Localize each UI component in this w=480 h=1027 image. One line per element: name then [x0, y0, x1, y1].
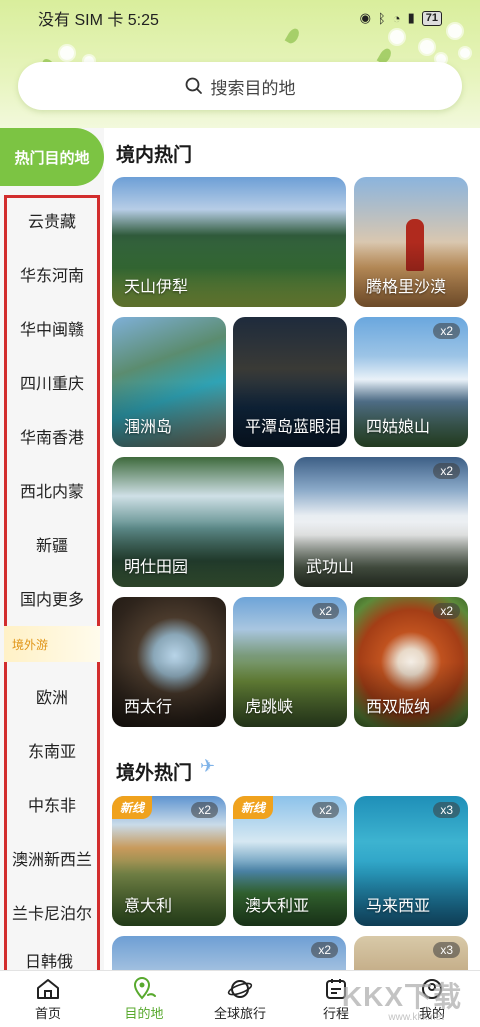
sidebar-item[interactable]: 四川重庆: [7, 370, 97, 394]
count-badge: x2: [433, 603, 460, 619]
destination-card[interactable]: x3 马来西亚: [354, 796, 468, 926]
sidebar-item[interactable]: 澳洲新西兰: [5, 846, 99, 870]
destination-card[interactable]: 明仕田园: [112, 457, 284, 587]
search-icon: [185, 77, 202, 94]
nav-label: 全球旅行: [213, 1005, 266, 1021]
destination-card[interactable]: x2 西双版纳: [354, 597, 468, 727]
sidebar-item[interactable]: 华中闽赣: [7, 316, 97, 340]
blossom-decoration: [460, 48, 470, 58]
sidebar-item[interactable]: 兰卡尼泊尔: [5, 900, 99, 924]
blossom-decoration: [420, 40, 434, 54]
sidebar-item-hot[interactable]: 热门目的地: [0, 128, 104, 186]
sidebar-list-highlight: 云贵藏 华东河南 华中闽赣 四川重庆 华南香港 西北内蒙 新疆 国内更多 境外游…: [4, 195, 100, 1027]
count-badge: x2: [433, 323, 460, 339]
planet-icon: [227, 979, 253, 998]
sidebar-item[interactable]: 中东非: [7, 792, 97, 816]
destination-content: 境内热门 天山伊犁 腾格里沙漠 涠洲岛 平潭岛蓝眼泪 x2 四姑娘山 明仕田园 …: [104, 128, 480, 970]
location-pin-icon: [133, 976, 156, 1000]
count-badge: x3: [433, 942, 460, 958]
sidebar-item[interactable]: 华东河南: [7, 262, 97, 286]
sidebar-section-tag: 境外游: [4, 626, 100, 662]
sidebar-item[interactable]: 欧洲: [7, 684, 97, 708]
destination-card[interactable]: x2 武功山: [294, 457, 468, 587]
search-input[interactable]: 搜索目的地: [18, 62, 462, 110]
nav-label: 目的地: [124, 1005, 164, 1021]
count-badge: x3: [433, 802, 460, 818]
sidebar-item[interactable]: 云贵藏: [7, 208, 97, 232]
category-sidebar: 热门目的地 云贵藏 华东河南 华中闽赣 四川重庆 华南香港 西北内蒙 新疆 国内…: [0, 128, 104, 1027]
header: 没有 SIM 卡 5:25 ◉ ᛒ ◔ ▮ 71 搜索目的地: [0, 0, 480, 128]
card-label: 平潭岛蓝眼泪: [245, 419, 342, 436]
card-label: 明仕田园: [124, 559, 189, 576]
destination-card[interactable]: 天山伊犁: [112, 177, 346, 307]
wifi-icon: ◔: [392, 10, 401, 26]
carrier-time: 没有 SIM 卡 5:25: [38, 12, 159, 29]
card-label: 意大利: [124, 898, 173, 915]
card-label: 马来西亚: [366, 898, 431, 915]
count-badge: x2: [312, 603, 339, 619]
battery-icon: 71: [421, 10, 442, 26]
card-label: 澳大利亚: [245, 898, 310, 915]
section-title-overseas: 境外热门: [116, 763, 193, 784]
new-route-tag: 新线: [233, 796, 274, 819]
destination-card[interactable]: 平潭岛蓝眼泪: [233, 317, 347, 447]
destination-card[interactable]: 西太行: [112, 597, 226, 727]
count-badge: x2: [433, 463, 460, 479]
airplane-icon: ✈: [200, 756, 216, 776]
card-label: 西双版纳: [366, 699, 431, 716]
count-badge: x2: [312, 802, 339, 818]
watermark-logo: KKX下载: [341, 981, 462, 1012]
eye-icon: ◉: [359, 10, 371, 25]
destination-card[interactable]: x2: [112, 936, 346, 970]
bluetooth-icon: ᛒ: [377, 10, 386, 26]
nav-global-travel[interactable]: 全球旅行: [192, 971, 288, 1027]
destination-card[interactable]: 新线 x2 意大利: [112, 796, 226, 926]
nav-label: 首页: [34, 1005, 61, 1021]
destination-card[interactable]: x2 虎跳峡: [233, 597, 347, 727]
destination-card[interactable]: 腾格里沙漠: [354, 177, 468, 307]
destination-card[interactable]: x3: [354, 936, 468, 970]
card-label: 天山伊犁: [124, 279, 189, 296]
destination-card[interactable]: 新线 x2 澳大利亚: [233, 796, 347, 926]
card-label: 武功山: [306, 559, 355, 576]
card-label: 腾格里沙漠: [366, 279, 447, 296]
destination-card[interactable]: 涠洲岛: [112, 317, 226, 447]
section-title-domestic: 境内热门: [116, 145, 193, 166]
count-badge: x2: [311, 942, 338, 958]
card-label: 涠洲岛: [124, 419, 173, 436]
sidebar-item[interactable]: 西北内蒙: [7, 478, 97, 502]
home-icon: [37, 978, 59, 999]
sidebar-item[interactable]: 日韩俄: [4, 948, 94, 972]
alert-icon: ▮: [407, 10, 415, 25]
nav-home[interactable]: 首页: [0, 971, 96, 1027]
new-route-tag: 新线: [112, 796, 153, 819]
sidebar-item[interactable]: 华南香港: [7, 424, 97, 448]
sidebar-item[interactable]: 新疆: [7, 532, 97, 556]
search-placeholder: 搜索目的地: [210, 78, 296, 98]
blossom-decoration: [60, 46, 74, 60]
sidebar-item[interactable]: 东南亚: [7, 738, 97, 762]
card-label: 西太行: [124, 699, 173, 716]
count-badge: x2: [191, 802, 218, 818]
status-bar: 没有 SIM 卡 5:25 ◉ ᛒ ◔ ▮ 71: [0, 0, 480, 36]
watermark-url: www.kkx.net: [388, 1012, 444, 1023]
card-label: 虎跳峡: [245, 699, 294, 716]
sidebar-item[interactable]: 国内更多: [7, 586, 97, 610]
card-label: 四姑娘山: [366, 419, 431, 436]
destination-card[interactable]: x2 四姑娘山: [354, 317, 468, 447]
nav-destination[interactable]: 目的地: [96, 971, 192, 1027]
